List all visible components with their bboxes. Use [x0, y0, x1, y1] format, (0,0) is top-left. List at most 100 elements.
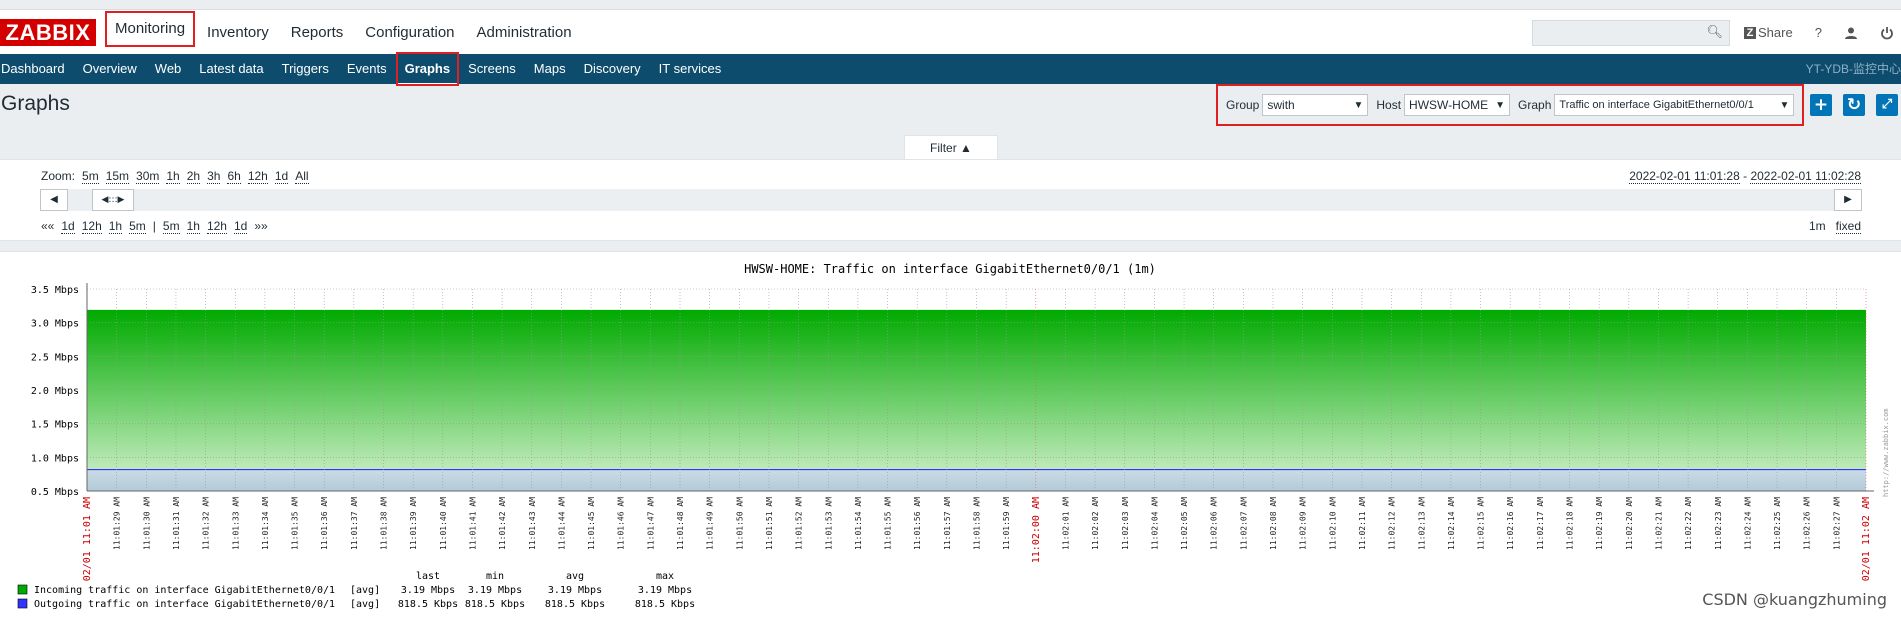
zoom-2h[interactable]: 2h: [186, 169, 201, 184]
group-label: Group: [1226, 98, 1260, 112]
search-icon[interactable]: 🔍︎: [1706, 25, 1723, 40]
legend-value-max: 818.5 Kbps: [635, 599, 695, 610]
x-tick-label: 11:01:39 AM: [409, 497, 418, 550]
arrow-right-icon: ▶: [1844, 194, 1852, 205]
nav-back-12h[interactable]: 12h: [81, 219, 102, 234]
user-profile-button[interactable]: [1844, 26, 1858, 40]
nav-back-1h[interactable]: 1h: [108, 219, 123, 234]
subnav-web[interactable]: Web: [146, 54, 191, 84]
time-from[interactable]: 2022-02-01 11:01:28: [1629, 169, 1740, 184]
legend-value-min: 818.5 Kbps: [465, 599, 525, 610]
subnav-dashboard[interactable]: Dashboard: [0, 54, 74, 84]
graph-select[interactable]: Traffic on interface GigabitEthernet0/0/…: [1554, 94, 1795, 116]
x-tick-label: 11:02:15 AM: [1477, 497, 1486, 550]
scroll-right-button[interactable]: ▶: [1834, 189, 1862, 211]
nav-back-start[interactable]: ««: [41, 219, 54, 234]
x-tick-label: 11:02:17 AM: [1536, 497, 1545, 550]
legend-series-name: Outgoing traffic on interface GigabitEth…: [34, 599, 335, 610]
x-tick-label: 11:02:10 AM: [1328, 497, 1337, 550]
group-select[interactable]: swith ▼: [1262, 94, 1369, 116]
top-bar: ZABBIX Monitoring Inventory Reports Conf…: [0, 9, 1901, 62]
x-tick-label: 11:01:50 AM: [735, 497, 744, 550]
x-tick-label: 11:02:27 AM: [1832, 497, 1841, 550]
subnav-overview[interactable]: Overview: [74, 54, 146, 84]
x-tick-label: 11:02:02 AM: [1091, 497, 1100, 550]
x-tick-label: 11:02:07 AM: [1239, 497, 1248, 550]
x-tick-label: 11:02:04 AM: [1150, 497, 1159, 550]
nav-fwd-12h[interactable]: 12h: [206, 219, 227, 234]
nav-back-1d[interactable]: 1d: [61, 219, 75, 234]
host-select[interactable]: HWSW-HOME ▼: [1404, 94, 1511, 116]
nav-configuration[interactable]: Configuration: [354, 10, 465, 55]
subnav-graphs[interactable]: Graphs: [395, 52, 460, 86]
nav-back-5m[interactable]: 5m: [129, 219, 146, 234]
help-button[interactable]: ?: [1815, 25, 1822, 40]
expand-icon: ⤢: [1881, 97, 1893, 112]
zoom-6h[interactable]: 6h: [227, 169, 241, 184]
fullscreen-button[interactable]: ⤢: [1876, 94, 1898, 116]
subnav-maps[interactable]: Maps: [525, 54, 575, 84]
x-tick-label: 11:01:31 AM: [172, 497, 181, 550]
x-tick-label: 11:02:21 AM: [1654, 497, 1663, 550]
time-navigation: «« 1d 12h 1h 5m | 5m 1h 12h 1d »»: [41, 219, 268, 234]
share-button[interactable]: Z Share: [1744, 25, 1793, 40]
x-tick-label: 11:02:25 AM: [1773, 497, 1782, 550]
zoom-5m[interactable]: 5m: [82, 169, 99, 184]
share-icon: Z: [1744, 26, 1756, 39]
server-name: YT-YDB-监控中心: [1805, 62, 1901, 76]
nav-fwd-1d[interactable]: 1d: [233, 219, 248, 234]
nav-administration[interactable]: Administration: [466, 10, 583, 55]
x-tick-label: 11:02:06 AM: [1210, 497, 1219, 550]
legend-func: [avg]: [350, 585, 380, 596]
x-tick-label: 11:01:46 AM: [617, 497, 626, 550]
subnav-screens[interactable]: Screens: [459, 54, 525, 84]
time-to[interactable]: 2022-02-01 11:02:28: [1750, 169, 1861, 184]
zoom-12h[interactable]: 12h: [247, 169, 268, 184]
graph-selectors: Group swith ▼ Host HWSW-HOME ▼ Graph Traff…: [1216, 84, 1804, 126]
nav-fwd-end[interactable]: »»: [254, 219, 267, 234]
zoom-1h[interactable]: 1h: [166, 169, 180, 184]
subnav-discovery[interactable]: Discovery: [575, 54, 650, 84]
nav-inventory[interactable]: Inventory: [196, 10, 280, 55]
x-tick-label: 11:01:32 AM: [202, 497, 211, 550]
zoom-all[interactable]: All: [295, 169, 309, 184]
subnav-events[interactable]: Events: [338, 54, 396, 84]
x-tick-label: 11:02:01 AM: [1061, 497, 1070, 550]
subnav-latest-data[interactable]: Latest data: [190, 54, 272, 84]
y-tick-label: 3.0 Mbps: [31, 319, 79, 330]
nav-reports[interactable]: Reports: [280, 10, 355, 55]
scroll-left-button[interactable]: ◀: [40, 189, 68, 211]
zoom-1d[interactable]: 1d: [274, 169, 289, 184]
host-value: HWSW-HOME: [1409, 98, 1489, 112]
x-tick-label: 11:01:30 AM: [142, 497, 151, 550]
zoom-15m[interactable]: 15m: [105, 169, 130, 184]
x-tick-label: 11:02:19 AM: [1595, 497, 1604, 550]
chevron-down-icon: ▼: [1495, 99, 1506, 111]
x-tick-label: 11:02:20 AM: [1625, 497, 1634, 550]
zoom-3h[interactable]: 3h: [207, 169, 221, 184]
x-tick-label: 11:02:11 AM: [1358, 497, 1367, 550]
nav-fwd-5m[interactable]: 5m: [162, 219, 180, 234]
search-input[interactable]: 🔍︎: [1532, 20, 1730, 46]
sign-out-button[interactable]: [1880, 26, 1894, 40]
subnav-it-services[interactable]: IT services: [650, 54, 731, 84]
zoom-30m[interactable]: 30m: [136, 169, 160, 184]
timeline-scrollbar[interactable]: ◀ ◀:::▶ ▶: [40, 189, 1862, 211]
page-title: Graphs: [1, 92, 70, 115]
add-to-favorites-button[interactable]: +: [1810, 94, 1832, 116]
x-tick-label: 11:01:29 AM: [113, 497, 122, 550]
filter-tab[interactable]: Filter ▲: [904, 135, 998, 160]
user-icon: [1844, 27, 1857, 39]
graph-value: Traffic on interface GigabitEthernet0/0/…: [1559, 99, 1754, 111]
legend-value-last: 818.5 Kbps: [398, 599, 458, 610]
x-tick-label: 11:02:23 AM: [1714, 497, 1723, 550]
nav-monitoring[interactable]: Monitoring: [104, 10, 196, 48]
subnav-triggers[interactable]: Triggers: [273, 54, 338, 84]
zoom-label: Zoom:: [41, 169, 76, 183]
refresh-button[interactable]: ↻: [1843, 94, 1865, 116]
timeline-handle[interactable]: ◀:::▶: [92, 189, 134, 211]
nav-fwd-1h[interactable]: 1h: [186, 219, 200, 234]
x-tick-label: 11:02:05 AM: [1180, 497, 1189, 550]
zabbix-logo[interactable]: ZABBIX: [0, 19, 96, 46]
period-mode-toggle[interactable]: fixed: [1835, 219, 1861, 234]
